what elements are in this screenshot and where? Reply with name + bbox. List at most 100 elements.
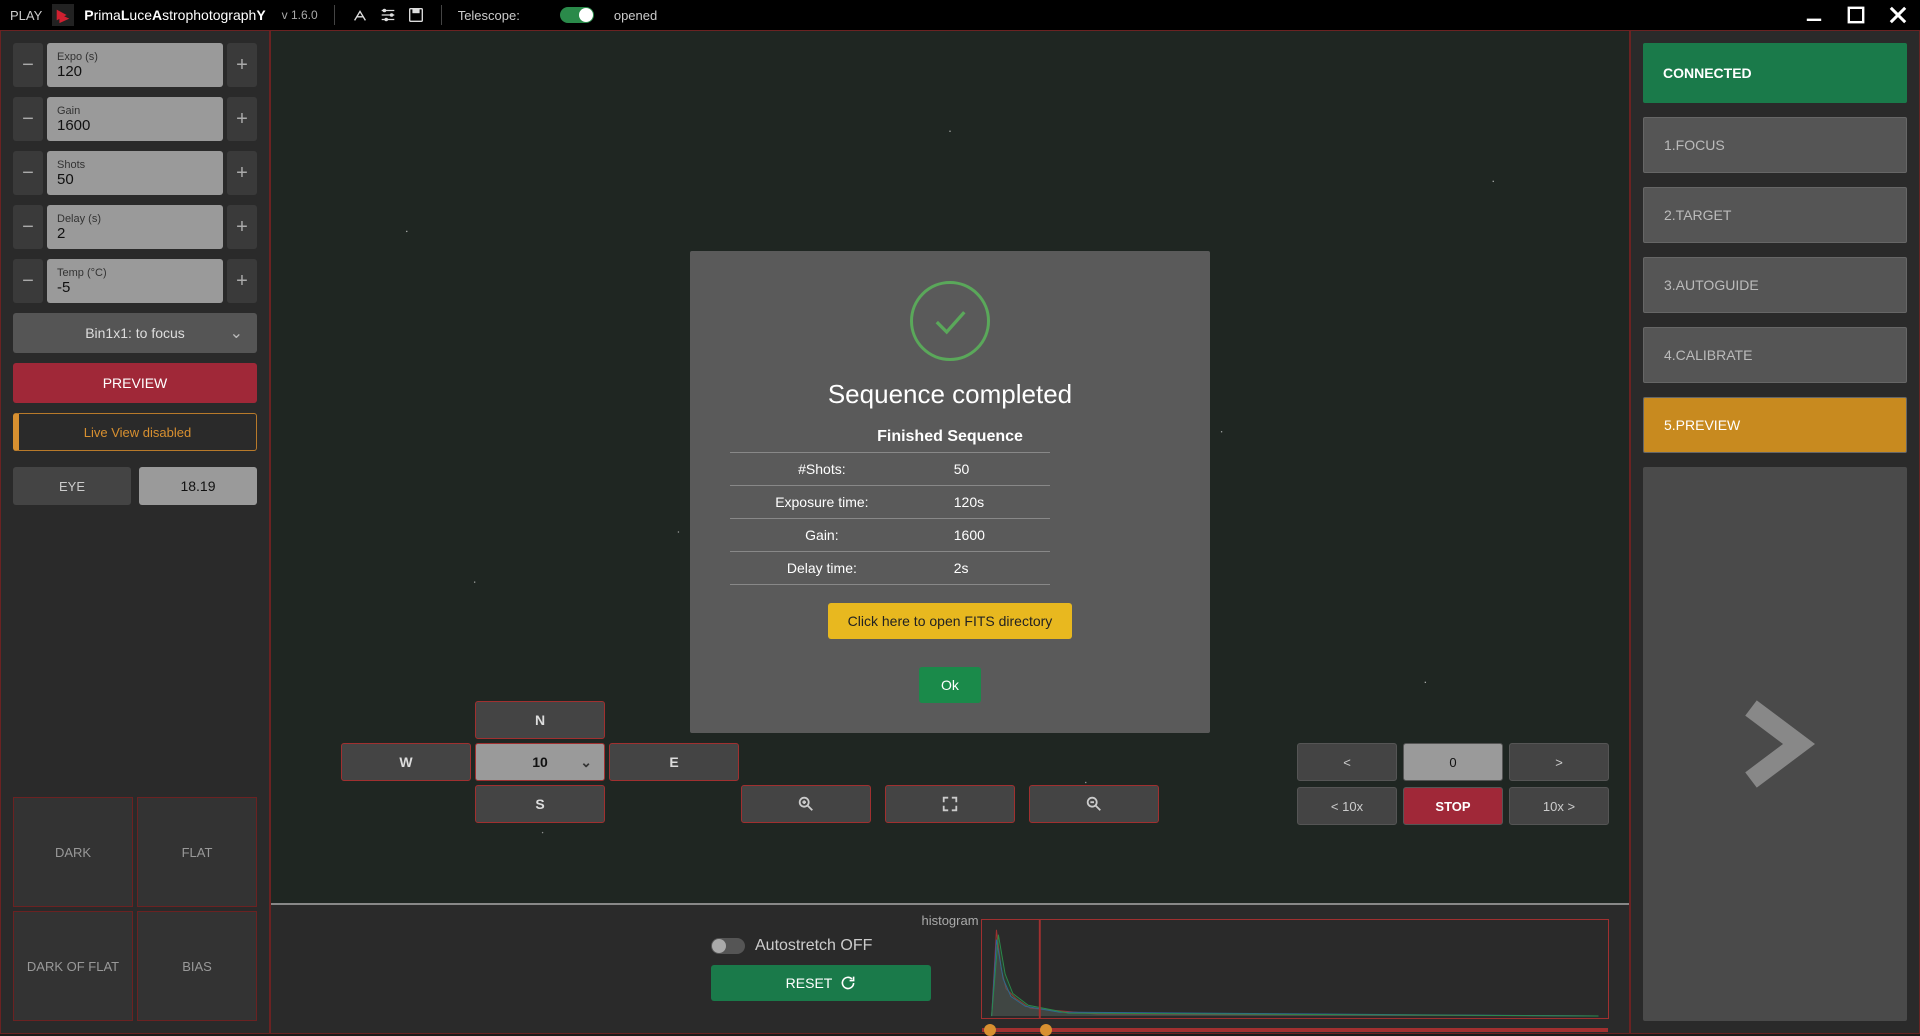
gain-plus[interactable]: +	[227, 97, 257, 141]
delay-plus[interactable]: +	[227, 205, 257, 249]
right-panel: CONNECTED 1.FOCUS 2.TARGET 3.AUTOGUIDE 4…	[1630, 30, 1920, 1034]
temp-field[interactable]: Temp (°C) -5	[47, 259, 223, 303]
autostretch-label: Autostretch OFF	[755, 937, 872, 955]
shots-value: 50	[57, 171, 213, 188]
rotate-left-button[interactable]: <	[1297, 743, 1397, 781]
left-panel: − Expo (s) 120 + − Gain 1600 + − Shots 5…	[0, 30, 270, 1034]
table-row: Gain:1600	[730, 519, 1050, 552]
minimize-button[interactable]	[1802, 3, 1826, 27]
autostretch-toggle[interactable]	[711, 938, 745, 954]
modal-subtitle: Finished Sequence	[730, 428, 1170, 446]
liveview-status: Live View disabled	[13, 413, 257, 451]
bias-button[interactable]: BIAS	[137, 911, 257, 1021]
modal-title: Sequence completed	[828, 379, 1072, 410]
rotate-right-10x-button[interactable]: 10x >	[1509, 787, 1609, 825]
temp-minus[interactable]: −	[13, 259, 43, 303]
slider-knob-high[interactable]	[1040, 1024, 1052, 1036]
eye-button[interactable]: EYE	[13, 467, 131, 505]
connection-status: CONNECTED	[1643, 43, 1907, 103]
rotate-nav: < 0 > < 10x STOP 10x >	[1297, 743, 1609, 825]
zoom-in-button[interactable]	[741, 785, 871, 823]
telescope-icon[interactable]	[351, 6, 369, 24]
dark-button[interactable]: DARK	[13, 797, 133, 907]
dark-of-flat-button[interactable]: DARK OF FLAT	[13, 911, 133, 1021]
image-viewport: N W 10 E S < 0 > < 10x S	[270, 30, 1630, 1034]
maximize-button[interactable]	[1844, 3, 1868, 27]
chevron-right-icon	[1715, 684, 1835, 804]
telescope-label: Telescope:	[458, 8, 520, 23]
title-bar: PLAY PrimaLuceAstrophotographY v 1.6.0 T…	[0, 0, 1920, 30]
rotate-left-10x-button[interactable]: < 10x	[1297, 787, 1397, 825]
gain-value: 1600	[57, 117, 213, 134]
delay-minus[interactable]: −	[13, 205, 43, 249]
zoom-row	[741, 785, 1159, 823]
histogram-slider[interactable]	[982, 1028, 1608, 1032]
gain-field[interactable]: Gain 1600	[47, 97, 223, 141]
preview-button[interactable]: PREVIEW	[13, 363, 257, 403]
delay-field[interactable]: Delay (s) 2	[47, 205, 223, 249]
table-row: Exposure time:120s	[730, 486, 1050, 519]
zoom-out-button[interactable]	[1029, 785, 1159, 823]
flat-button[interactable]: FLAT	[137, 797, 257, 907]
close-button[interactable]	[1886, 3, 1910, 27]
slew-speed-select[interactable]: 10	[475, 743, 605, 781]
expo-label: Expo (s)	[57, 51, 213, 63]
delay-value: 2	[57, 225, 213, 242]
north-button[interactable]: N	[475, 701, 605, 739]
histogram-panel: histogram Autostretch OFF RESET	[271, 903, 1629, 1033]
south-button[interactable]: S	[475, 785, 605, 823]
shots-label: Shots	[57, 159, 213, 171]
shots-plus[interactable]: +	[227, 151, 257, 195]
version-label: v 1.6.0	[282, 8, 318, 22]
delay-label: Delay (s)	[57, 213, 213, 225]
step-autoguide[interactable]: 3.AUTOGUIDE	[1643, 257, 1907, 313]
ok-button[interactable]: Ok	[919, 667, 981, 703]
temp-plus[interactable]: +	[227, 259, 257, 303]
west-button[interactable]: W	[341, 743, 471, 781]
telescope-state: opened	[614, 8, 657, 23]
frame-type-grid: DARK FLAT DARK OF FLAT BIAS	[13, 797, 257, 1021]
fit-button[interactable]	[885, 785, 1015, 823]
app-logo-icon	[52, 4, 74, 26]
east-button[interactable]: E	[609, 743, 739, 781]
histogram-title: histogram	[921, 913, 978, 928]
rotate-value[interactable]: 0	[1403, 743, 1503, 781]
play-label: PLAY	[10, 8, 42, 23]
save-icon[interactable]	[407, 6, 425, 24]
direction-pad: N W 10 E S	[341, 701, 739, 823]
step-target[interactable]: 2.TARGET	[1643, 187, 1907, 243]
telescope-toggle[interactable]	[560, 7, 594, 23]
bin-select[interactable]: Bin1x1: to focus	[13, 313, 257, 353]
reset-button[interactable]: RESET	[711, 965, 931, 1001]
eye-row: EYE 18.19	[13, 467, 257, 505]
step-calibrate[interactable]: 4.CALIBRATE	[1643, 327, 1907, 383]
temp-label: Temp (°C)	[57, 267, 213, 279]
gain-row: − Gain 1600 +	[13, 97, 257, 141]
slider-knob-low[interactable]	[984, 1024, 996, 1036]
open-fits-button[interactable]: Click here to open FITS directory	[828, 603, 1073, 639]
shots-field[interactable]: Shots 50	[47, 151, 223, 195]
sliders-icon[interactable]	[379, 6, 397, 24]
gain-label: Gain	[57, 105, 213, 117]
app-name: PrimaLuceAstrophotographY	[84, 7, 265, 23]
success-check-icon	[910, 281, 990, 361]
expo-field[interactable]: Expo (s) 120	[47, 43, 223, 87]
histogram-plot[interactable]	[981, 919, 1609, 1019]
stop-button[interactable]: STOP	[1403, 787, 1503, 825]
go-button[interactable]	[1643, 467, 1907, 1021]
expo-plus[interactable]: +	[227, 43, 257, 87]
step-preview[interactable]: 5.PREVIEW	[1643, 397, 1907, 453]
temp-value: -5	[57, 279, 213, 296]
rotate-right-button[interactable]: >	[1509, 743, 1609, 781]
sequence-complete-modal: Sequence completed Finished Sequence #Sh…	[690, 251, 1210, 733]
table-row: Delay time:2s	[730, 552, 1050, 585]
sequence-summary-table: #Shots:50 Exposure time:120s Gain:1600 D…	[730, 452, 1050, 585]
shots-minus[interactable]: −	[13, 151, 43, 195]
step-focus[interactable]: 1.FOCUS	[1643, 117, 1907, 173]
expo-minus[interactable]: −	[13, 43, 43, 87]
temp-row: − Temp (°C) -5 +	[13, 259, 257, 303]
eye-value: 18.19	[139, 467, 257, 505]
gain-minus[interactable]: −	[13, 97, 43, 141]
expo-row: − Expo (s) 120 +	[13, 43, 257, 87]
expo-value: 120	[57, 63, 213, 80]
